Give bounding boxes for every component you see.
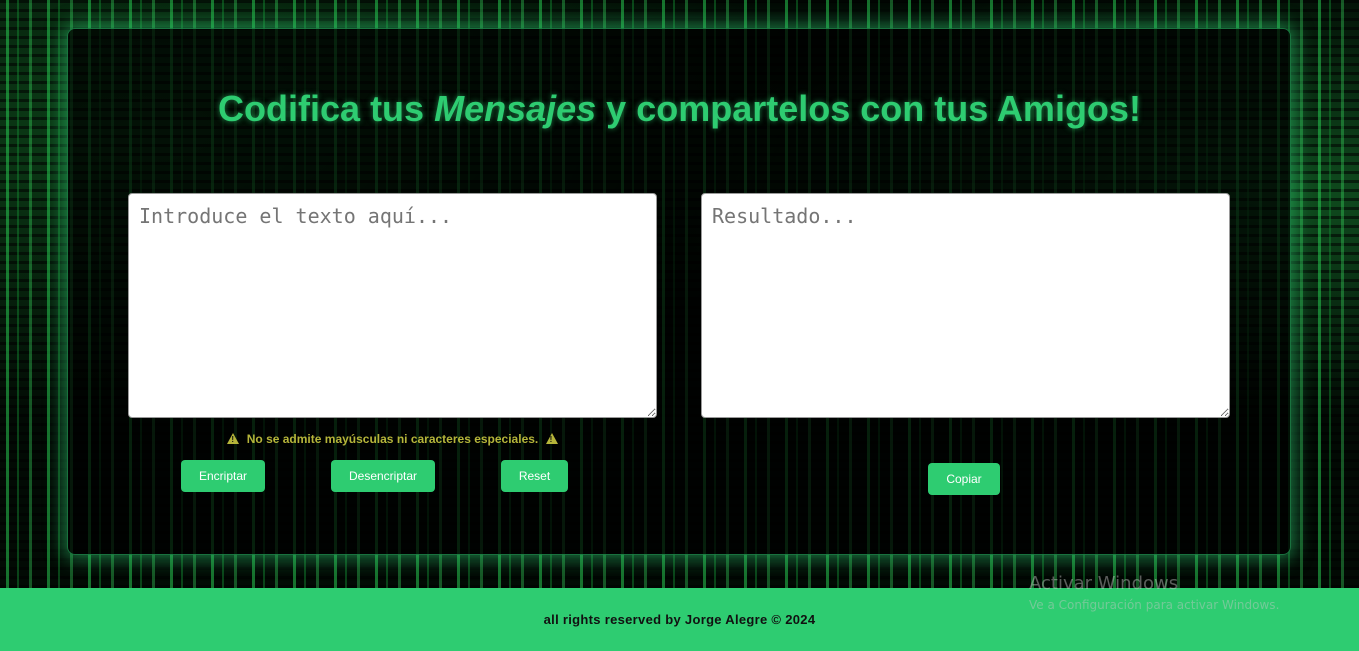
footer: all rights reserved by Jorge Alegre © 20… <box>0 588 1359 651</box>
footer-text: all rights reserved by Jorge Alegre © 20… <box>543 612 816 627</box>
warning-icon <box>227 433 240 444</box>
copy-button[interactable]: Copiar <box>928 463 1000 495</box>
input-textarea[interactable] <box>128 193 657 418</box>
page-title: Codifica tus Mensajes y compartelos con … <box>0 88 1359 130</box>
warning-text: No se admite mayúsculas ni caracteres es… <box>246 432 539 446</box>
reset-button[interactable]: Reset <box>501 460 568 492</box>
output-textarea[interactable] <box>701 193 1230 418</box>
warning-icon <box>545 433 558 444</box>
decrypt-button[interactable]: Desencriptar <box>331 460 435 492</box>
title-text-end: y compartelos con tus Amigos! <box>596 88 1141 129</box>
title-emphasis: Mensajes <box>434 88 597 129</box>
input-warning: No se admite mayúsculas ni caracteres es… <box>128 432 657 446</box>
encrypt-button[interactable]: Encriptar <box>181 460 265 492</box>
title-text-start: Codifica tus <box>218 88 435 129</box>
